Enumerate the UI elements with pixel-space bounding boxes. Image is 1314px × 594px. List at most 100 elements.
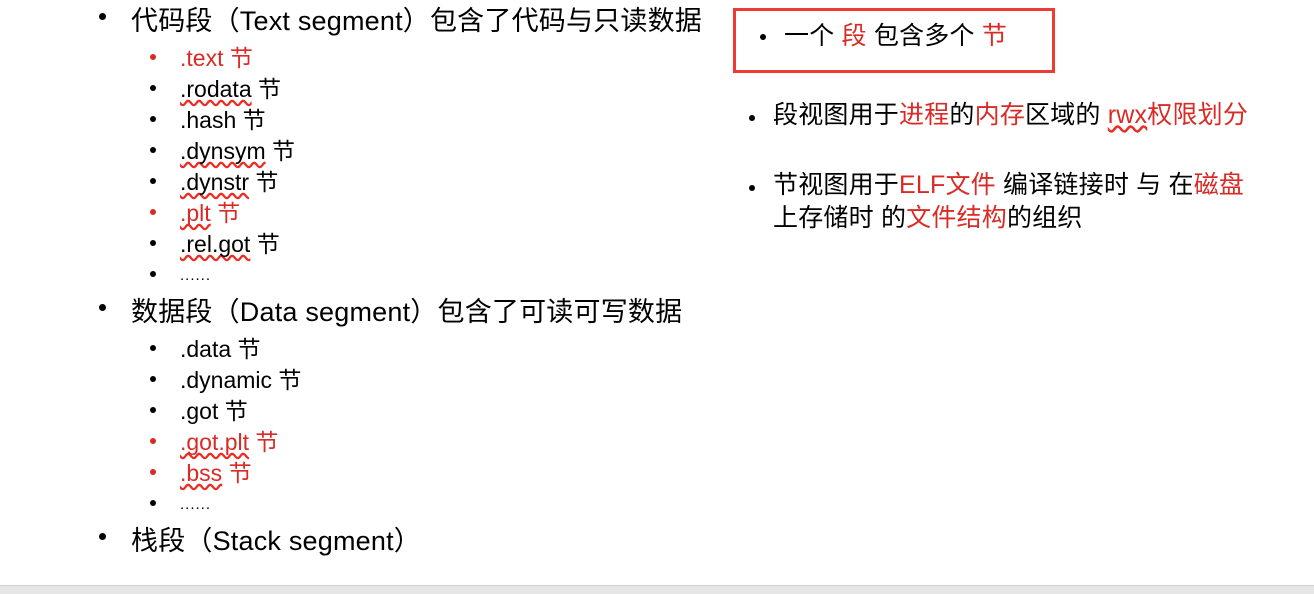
section-rel-got: .rel.got 节 [0, 229, 720, 260]
text-run-1: ELF文件 [899, 171, 996, 199]
bullet-text: ...... [180, 260, 720, 291]
spellcheck-underlined-text: .got.plt [180, 429, 250, 455]
text-run-4: 上存储时 的 [773, 204, 907, 232]
bullet-text: .rodata 节 [180, 74, 720, 105]
bullet-dot-icon [99, 13, 106, 20]
right-column-rows: 段视图用于进程的内存区域的 rwx权限划分节视图用于ELF文件 编译链接时 与 … [725, 99, 1314, 235]
text-run-2: 的 [949, 101, 975, 129]
data-segment-heading: 数据段（Data segment）包含了可读可写数据 [0, 291, 720, 334]
section-dynstr: .dynstr 节 [0, 167, 720, 198]
section-got: .got 节 [0, 396, 720, 427]
spellcheck-underlined-text: .rel.got [180, 231, 251, 257]
bullet-text: .got 节 [180, 396, 720, 427]
bullet-text: .got.plt 节 [180, 427, 720, 458]
bullet-label: .got 节 [180, 398, 248, 424]
bullet-dot-icon [150, 116, 156, 122]
text-run-0: 节视图用于 [773, 171, 900, 199]
bullet-dot-icon [99, 304, 106, 311]
bullet-text: .dynsym 节 [180, 136, 720, 167]
bullet-dot-icon [150, 147, 156, 153]
section-dynsym: .dynsym 节 [0, 136, 720, 167]
bullet-label: .text 节 [180, 45, 253, 71]
bullet-dot-icon [99, 533, 106, 540]
text-run-6: 的组织 [1006, 204, 1083, 232]
text-run-6: 权限划分 [1147, 101, 1249, 129]
bullet-text: .hash 节 [180, 105, 720, 136]
bullet-label: ...... [180, 267, 212, 284]
bullet-text: .dynamic 节 [180, 365, 720, 396]
section-bss: .bss 节 [0, 458, 720, 489]
bullet-text: .dynstr 节 [180, 167, 720, 198]
bullet-text: .data 节 [180, 334, 720, 365]
left-column: 代码段（Text segment）包含了代码与只读数据 .text 节 .rodat… [0, 0, 720, 563]
bullet-dot-icon [150, 209, 156, 215]
bullet-label-rest: 节 [265, 138, 296, 164]
bullet-text: .bss 节 [180, 458, 720, 489]
bullet-text: .text 节 [180, 43, 720, 74]
bullet-label-rest: 节 [251, 76, 281, 102]
bullet-label: 代码段（Text segment）包含了代码与只读数据 [131, 6, 702, 36]
segment-view-description: 段视图用于进程的内存区域的 rwx权限划分 [725, 99, 1314, 139]
text-run-2: 编译链接时 与 在 [995, 171, 1194, 199]
spellcheck-underlined-text: rwx [1107, 101, 1148, 129]
right-column: 一个 段 包含多个 节 段视图用于进程的内存区域的 rwx权限划分节视图用于EL… [725, 0, 1314, 235]
bullet-dot-icon [150, 407, 156, 413]
bullet-dot-icon [150, 54, 156, 60]
bullet-dot-icon [150, 271, 156, 277]
bullet-label: .data 节 [180, 336, 261, 362]
bullet-text: 段视图用于进程的内存区域的 rwx权限划分 [773, 99, 1314, 132]
bullet-text: .plt 节 [180, 198, 720, 229]
bullet-dot-icon [150, 178, 156, 184]
bullet-dot-icon [749, 115, 755, 121]
section-rodata: .rodata 节 [0, 74, 720, 105]
text-segment-heading: 代码段（Text segment）包含了代码与只读数据 [0, 0, 720, 43]
bullet-label-rest: 节 [222, 460, 252, 486]
bullet-dot-icon [150, 345, 156, 351]
stack-segment-heading: 栈段（Stack segment） [0, 520, 720, 563]
bullet-dot-icon [760, 34, 766, 40]
section-data: .data 节 [0, 334, 720, 365]
bullet-dot-icon [150, 240, 156, 246]
bullet-dot-icon [150, 376, 156, 382]
text-run-1: 进程 [899, 101, 950, 129]
text-run-5: 文件结构 [906, 204, 1007, 232]
bullet-label: .dynamic 节 [180, 367, 302, 393]
section-view-description: 节视图用于ELF文件 编译链接时 与 在磁盘 上存储时 的文件结构的组织 [725, 169, 1314, 235]
bullet-label-rest: 节 [249, 429, 279, 455]
spellcheck-underlined-text: .rodata [180, 76, 252, 102]
section-text: .text 节 [0, 43, 720, 74]
bullet-text: 节视图用于ELF文件 编译链接时 与 在磁盘 上存储时 的文件结构的组织 [773, 169, 1314, 235]
spellcheck-underlined-text: .bss [180, 460, 223, 486]
bullet-label-rest: 节 [210, 200, 241, 226]
footer-strip [0, 585, 1314, 594]
bullet-dot-icon [150, 85, 156, 91]
bullet-dot-icon [150, 438, 156, 444]
section-ellipsis-data: ...... [0, 489, 720, 520]
bullet-label: 一个 段 包含多个 节 [784, 20, 1052, 53]
text-run-2: 包含多个 [866, 22, 982, 50]
bullet-text: ...... [180, 489, 720, 520]
spellcheck-underlined-text: .dynstr [180, 169, 250, 195]
text-run-3: 磁盘 [1193, 171, 1245, 199]
bullet-label: 栈段（Stack segment） [131, 526, 421, 556]
text-run-3: 内存 [974, 101, 1026, 129]
slide-canvas: 代码段（Text segment）包含了代码与只读数据 .text 节 .rodat… [0, 0, 1314, 585]
bullet-label: .hash 节 [180, 107, 266, 133]
bullet-text: .rel.got 节 [180, 229, 720, 260]
bullet-label-rest: 节 [250, 231, 280, 257]
spellcheck-underlined-text: .dynsym [180, 138, 266, 164]
bullet-label: 数据段（Data segment）包含了可读可写数据 [131, 297, 683, 327]
bullet-dot-icon [150, 469, 156, 475]
text-run-0: 段视图用于 [773, 101, 900, 129]
bullet-text: 栈段（Stack segment） [131, 520, 720, 563]
text-run-4: 区域的 [1025, 101, 1108, 129]
section-hash: .hash 节 [0, 105, 720, 136]
bullet-text: 代码段（Text segment）包含了代码与只读数据 [131, 0, 720, 43]
bullet-text: 数据段（Data segment）包含了可读可写数据 [131, 291, 720, 334]
text-run-0: 一个 [784, 22, 842, 50]
section-got-plt: .got.plt 节 [0, 427, 720, 458]
spellcheck-underlined-text: .plt [180, 200, 211, 226]
bullet-label-rest: 节 [249, 169, 279, 195]
segment-contains-sections: 一个 段 包含多个 节 [736, 20, 1052, 60]
bullet-dot-icon [150, 500, 156, 506]
